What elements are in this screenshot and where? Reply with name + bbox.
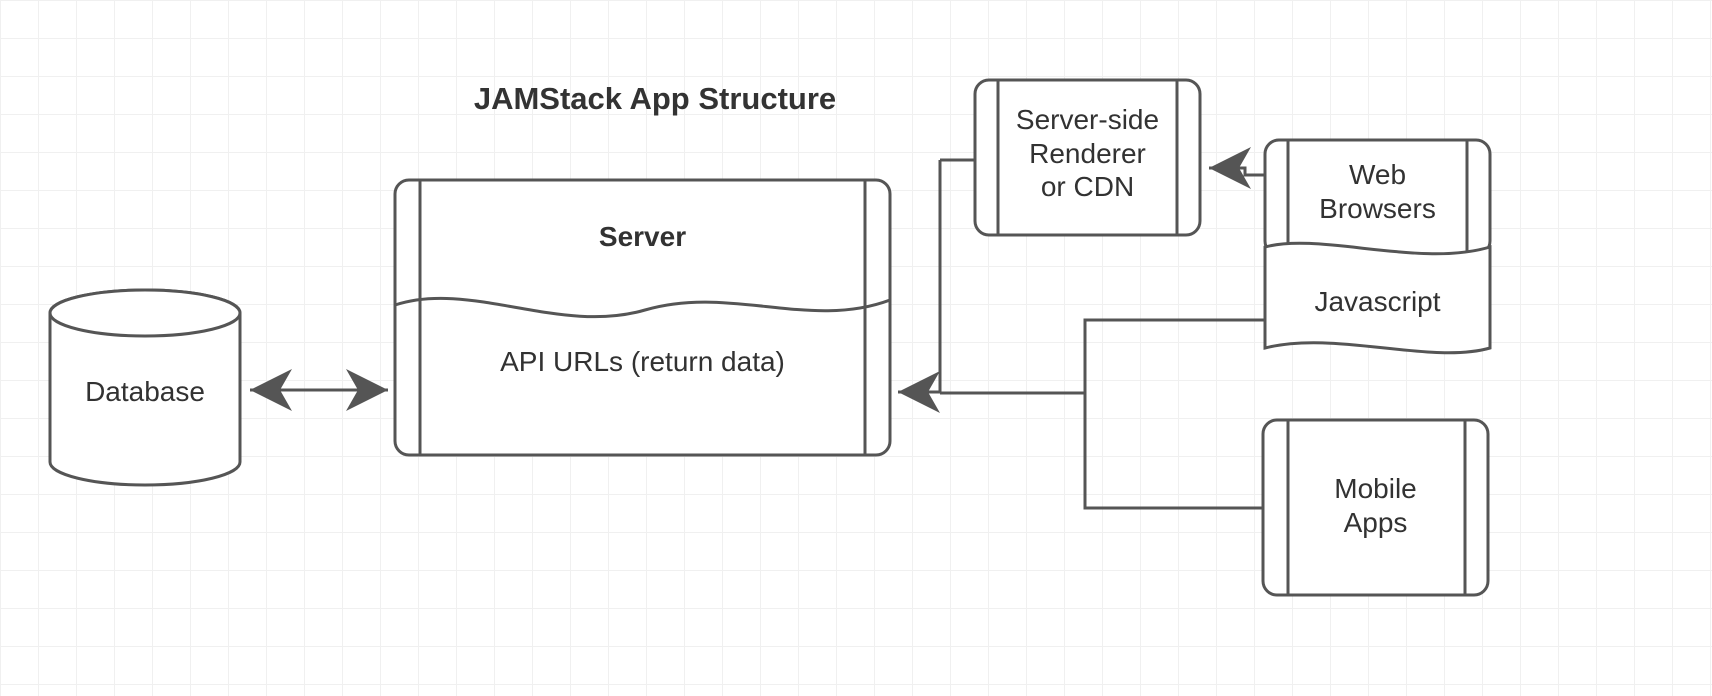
javascript-node (1265, 243, 1490, 353)
connector-renderer-server (898, 160, 940, 392)
diagram-svg (0, 0, 1712, 696)
web-browsers-node (1265, 140, 1490, 255)
renderer-node (975, 80, 1200, 235)
mobile-apps-node (1263, 420, 1488, 595)
connector-web-renderer (1209, 168, 1265, 175)
server-node (395, 180, 890, 455)
connector-js-server (940, 320, 1265, 393)
connector-mobile-server (1085, 393, 1263, 508)
database-node (50, 290, 240, 485)
